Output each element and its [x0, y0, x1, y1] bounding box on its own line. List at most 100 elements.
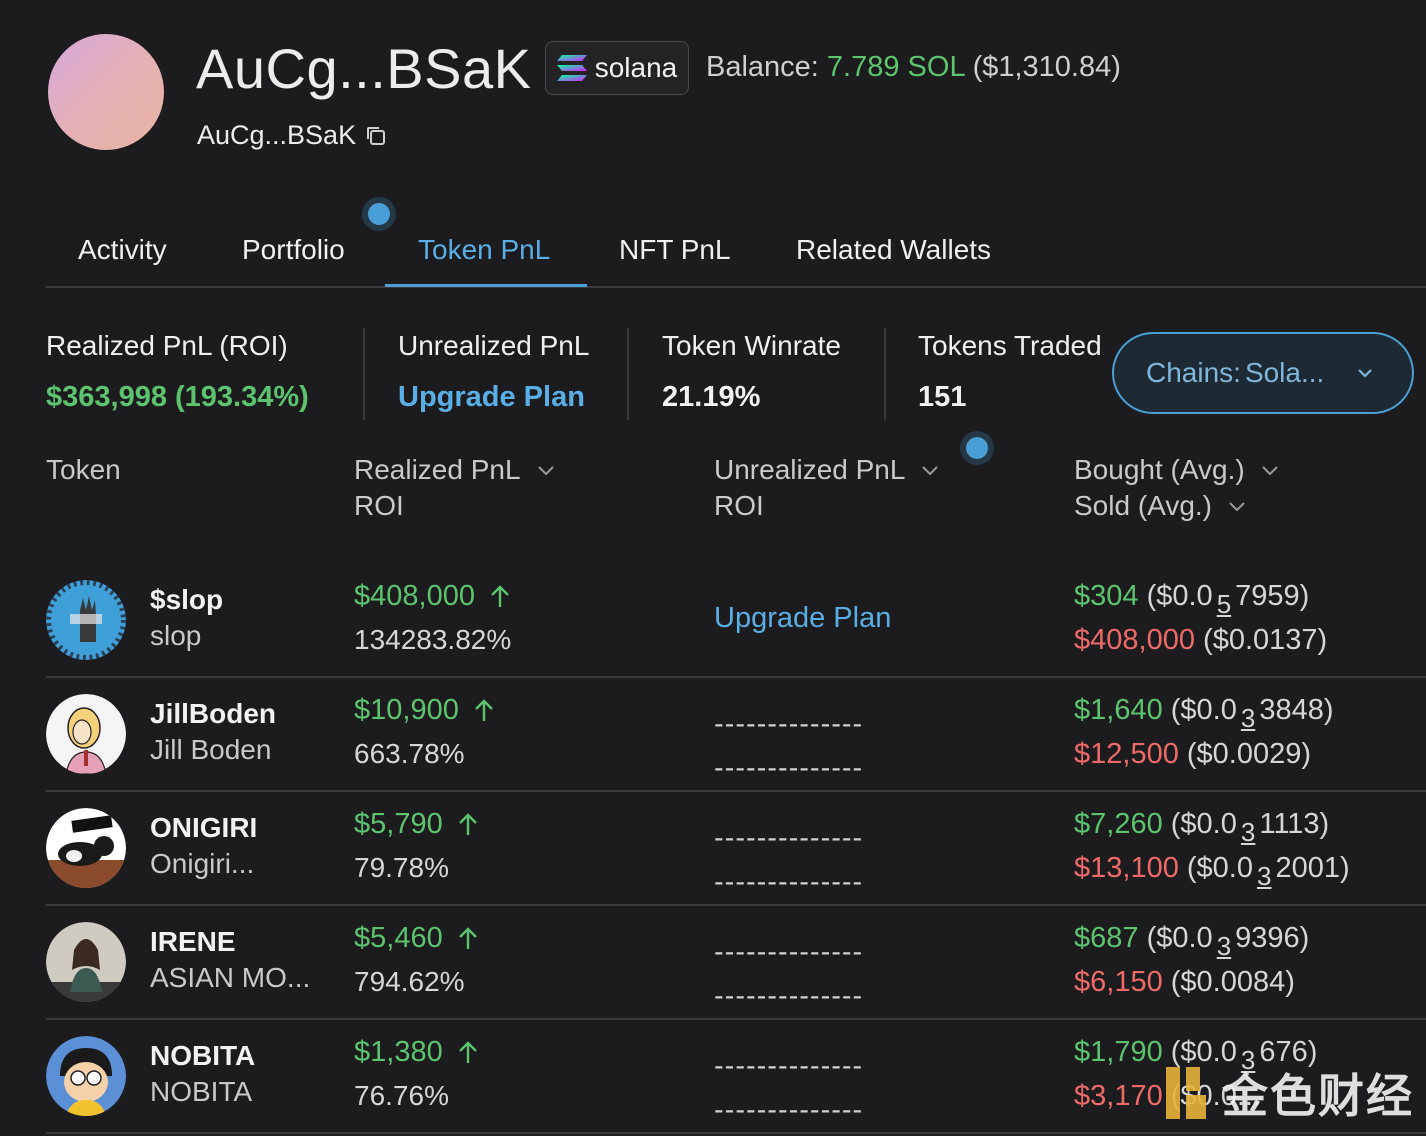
- realized-pnl-value: $1,380: [354, 1036, 443, 1068]
- balance-label: Balance:: [706, 51, 819, 83]
- tab-activity[interactable]: Activity: [78, 234, 167, 266]
- tab-portfolio[interactable]: Portfolio: [242, 234, 345, 266]
- column-realized-sort[interactable]: Realized PnL: [354, 452, 557, 488]
- realized-roi: 663.78%: [354, 738, 465, 769]
- sold-avg: ($0.0029): [1186, 738, 1312, 770]
- realized-pnl-value: $10,900: [354, 694, 459, 726]
- realized-pnl: $1,380: [354, 1036, 479, 1069]
- stat-realized-label: Realized PnL (ROI): [46, 330, 288, 361]
- upgrade-plan-link[interactable]: Upgrade Plan: [714, 602, 891, 635]
- solana-logo-icon: [556, 55, 587, 81]
- wallet-address: AuCg...BSaK: [197, 120, 357, 150]
- sold-cell: $12,500 ($0.0029): [1074, 738, 1311, 771]
- bought-avg-rest: 9396): [1235, 922, 1310, 954]
- token-symbol: ONIGIRI: [150, 812, 258, 843]
- table-row[interactable]: $slop slop $408,000 134283.82% Upgrade P…: [46, 562, 1426, 678]
- bought-avg-rest: 3848): [1259, 694, 1334, 726]
- realized-pnl-value: $5,460: [354, 922, 443, 954]
- stat-realized-value: $363,998 (193.34%): [46, 381, 309, 413]
- sold-avg-rest: 2001): [1275, 852, 1350, 884]
- sold-avg: ($0.0084): [1170, 966, 1295, 998]
- sold-cell: $408,000 ($0.0137): [1074, 624, 1327, 657]
- bought-cell: $7,260 ($0.0 3 1113): [1074, 808, 1330, 847]
- token-name: Jill Boden: [150, 734, 272, 765]
- token-symbol: JillBoden: [150, 698, 277, 729]
- wallet-address-row: AuCg...BSaK: [197, 120, 388, 151]
- token-symbol: IRENE: [150, 926, 236, 957]
- column-sold-label: Sold (Avg.): [1074, 490, 1212, 521]
- token-icon-nobita: [46, 1036, 126, 1116]
- token-icon-slop: [46, 580, 126, 660]
- watermark-text: 金色财经: [1222, 1070, 1414, 1122]
- balance-usd: ($1,310.84): [972, 51, 1121, 83]
- sold-amount: $13,100: [1074, 852, 1179, 884]
- sold-avg: ($0.0: [1186, 852, 1253, 884]
- stat-winrate-label: Token Winrate: [662, 330, 841, 361]
- copy-icon[interactable]: [364, 124, 388, 148]
- bought-amount: $1,640: [1074, 694, 1163, 726]
- column-token: Token: [46, 454, 121, 485]
- tab-bar: Activity Portfolio Token PnL NFT PnL Rel…: [46, 220, 1426, 288]
- table-row[interactable]: IRENE ASIAN MO... $5,460 794.62% -------…: [46, 904, 1426, 1020]
- realized-pnl-value: $408,000: [354, 580, 475, 612]
- sold-avg-zeros: 3: [1257, 861, 1272, 891]
- stat-winrate-value: 21.19%: [662, 381, 761, 413]
- table-row[interactable]: JillBoden Jill Boden $10,900 663.78% ---…: [46, 676, 1426, 792]
- stat-traded-value: 151: [918, 381, 967, 413]
- chevron-down-icon: [1261, 466, 1278, 476]
- bought-cell: $687 ($0.0 3 9396): [1074, 922, 1310, 961]
- watermark: 金色财经: [1160, 1060, 1414, 1126]
- wallet-avatar: [48, 34, 164, 150]
- tab-nft-pnl[interactable]: NFT PnL: [619, 234, 731, 266]
- token-name: ASIAN MO...: [150, 962, 311, 993]
- chains-filter-label: Chains:: [1146, 357, 1241, 388]
- column-bought-label: Bought (Avg.): [1074, 454, 1245, 485]
- watermark-logo-icon: [1166, 1067, 1206, 1119]
- bought-avg-zeros: 3: [1240, 703, 1256, 733]
- chevron-down-icon: [1229, 502, 1245, 512]
- bought-avg: ($0.0: [1146, 922, 1213, 954]
- column-realized-label: Realized PnL: [354, 454, 521, 485]
- token-name: slop: [150, 620, 202, 651]
- token-symbol: $slop: [150, 584, 224, 615]
- token-symbol: NOBITA: [150, 1040, 256, 1071]
- arrow-up-icon: [458, 926, 477, 949]
- bought-amount: $1,790: [1074, 1036, 1163, 1068]
- tab-token-pnl[interactable]: Token PnL: [418, 234, 550, 266]
- column-sold-sort[interactable]: Sold (Avg.): [1074, 488, 1248, 524]
- column-unrealized-label: Unrealized PnL: [714, 454, 906, 485]
- sold-amount: $6,150: [1074, 966, 1163, 998]
- realized-roi: 76.76%: [354, 1080, 449, 1111]
- column-unrealized-sort[interactable]: Unrealized PnL: [714, 452, 941, 488]
- balance: Balance: 7.789 SOL ($1,310.84): [706, 51, 1121, 84]
- bought-avg-rest: 1113): [1259, 808, 1330, 840]
- column-bought-sort[interactable]: Bought (Avg.): [1074, 452, 1281, 488]
- realized-pnl: $10,900: [354, 694, 495, 727]
- chain-badge-label: solana: [594, 52, 678, 83]
- arrow-up-icon: [458, 812, 477, 835]
- bought-avg: ($0.0: [1170, 694, 1237, 726]
- upgrade-plan-link[interactable]: Upgrade Plan: [398, 381, 585, 414]
- token-name: Onigiri...: [150, 848, 255, 879]
- unrealized-pnl-empty: --------------: [714, 822, 864, 854]
- realized-pnl-value: $5,790: [354, 808, 443, 840]
- unrealized-pnl-empty: --------------: [714, 1050, 864, 1082]
- arrow-up-icon: [458, 1040, 477, 1063]
- wallet-title: AuCg...BSaK: [196, 37, 532, 100]
- chain-badge[interactable]: solana: [545, 41, 689, 95]
- chains-filter-dropdown[interactable]: Chains: Sola...: [1112, 332, 1414, 414]
- unrealized-roi-empty: --------------: [714, 752, 864, 784]
- sold-cell: $13,100 ($0.0 3 2001): [1074, 852, 1350, 891]
- notification-dot: [966, 437, 988, 459]
- bought-avg-zeros: 3: [1240, 817, 1256, 847]
- unrealized-pnl-empty: --------------: [714, 708, 864, 740]
- active-tab-indicator: [385, 284, 587, 287]
- tab-related-wallets[interactable]: Related Wallets: [796, 234, 991, 266]
- sold-cell: $6,150 ($0.0084): [1074, 966, 1295, 999]
- token-icon-irene: [46, 922, 126, 1002]
- column-unrealized-roi: ROI: [714, 490, 764, 521]
- bought-cell: $304 ($0.0 5 7959): [1074, 580, 1309, 619]
- table-row[interactable]: ONIGIRI Onigiri... $5,790 79.78% -------…: [46, 790, 1426, 906]
- stat-unrealized-label: Unrealized PnL: [398, 330, 590, 361]
- bought-amount: $7,260: [1074, 808, 1163, 840]
